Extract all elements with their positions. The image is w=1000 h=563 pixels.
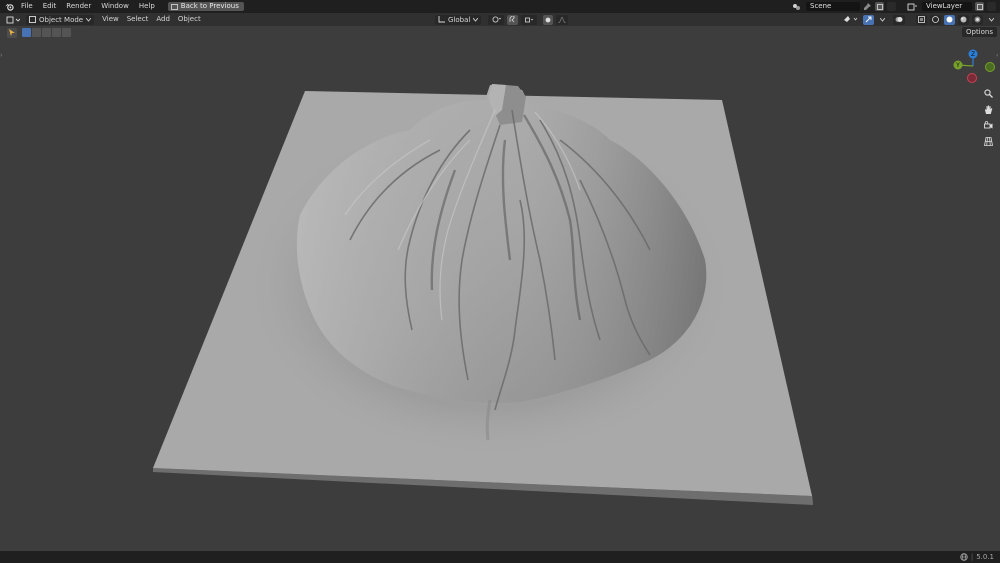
new-viewlayer-icon[interactable] bbox=[975, 2, 984, 11]
visibility-icon[interactable] bbox=[842, 15, 860, 25]
menu-window[interactable]: Window bbox=[96, 0, 134, 13]
delete-scene-icon[interactable] bbox=[887, 2, 896, 11]
shading-wireframe-icon[interactable] bbox=[930, 14, 941, 25]
cube-icon bbox=[29, 16, 36, 23]
tool-header bbox=[0, 26, 1000, 39]
gizmo-z-label: Z bbox=[971, 51, 975, 58]
shading-solid-icon[interactable] bbox=[944, 14, 955, 25]
new-scene-icon[interactable] bbox=[875, 2, 884, 11]
proportional-editing-icon[interactable] bbox=[543, 14, 554, 25]
gizmo-dropdown-icon[interactable] bbox=[877, 15, 887, 25]
transform-orientation-label: Global bbox=[448, 15, 471, 24]
back-to-previous-label: Back to Previous bbox=[180, 2, 239, 10]
globe-icon[interactable] bbox=[960, 553, 968, 561]
grid-icon[interactable] bbox=[982, 135, 994, 147]
navigation-buttons bbox=[982, 87, 994, 147]
status-right: | 5.0.1 bbox=[960, 551, 994, 563]
chevron-down-icon bbox=[86, 17, 92, 22]
select-extend-icon[interactable] bbox=[32, 28, 41, 37]
version-label: 5.0.1 bbox=[976, 553, 994, 561]
select-new-icon[interactable] bbox=[22, 28, 31, 37]
snap-toggle-icon[interactable] bbox=[507, 14, 519, 25]
menu-object[interactable]: Object bbox=[174, 13, 205, 26]
menu-view[interactable]: View bbox=[98, 13, 123, 26]
pin-icon[interactable] bbox=[863, 2, 872, 11]
top-menu-bar: File Edit Render Window Help Back to Pre… bbox=[0, 0, 1000, 13]
xray-toggle-icon[interactable] bbox=[916, 14, 927, 25]
gizmo-x-axis[interactable] bbox=[967, 73, 977, 83]
blender-app: File Edit Render Window Help Back to Pre… bbox=[0, 0, 1000, 563]
overlay-toggle-icon[interactable] bbox=[893, 14, 905, 25]
transform-controls: Global bbox=[435, 13, 569, 26]
navigation-gizmo[interactable]: Z Y bbox=[948, 45, 998, 90]
select-invert-icon[interactable] bbox=[52, 28, 61, 37]
editor-type-icon[interactable] bbox=[4, 14, 22, 25]
delete-viewlayer-icon[interactable] bbox=[987, 2, 996, 11]
object-mode-label: Object Mode bbox=[39, 15, 84, 24]
snap-target-icon[interactable] bbox=[521, 14, 538, 25]
options-dropdown[interactable]: Options bbox=[961, 27, 997, 37]
falloff-icon[interactable] bbox=[556, 14, 569, 25]
shading-rendered-icon[interactable] bbox=[972, 14, 983, 25]
viewport-display-controls bbox=[842, 13, 996, 26]
status-bar: | 5.0.1 bbox=[0, 551, 1000, 563]
viewlayer-icon[interactable] bbox=[905, 2, 919, 11]
back-to-previous-button[interactable]: Back to Previous bbox=[167, 2, 244, 11]
gizmo-toggle-icon[interactable] bbox=[863, 14, 874, 25]
zoom-icon[interactable] bbox=[982, 87, 994, 99]
menu-render[interactable]: Render bbox=[61, 0, 96, 13]
object-mode-select[interactable]: Object Mode bbox=[26, 14, 95, 25]
selection-mode-group bbox=[22, 28, 71, 37]
shading-material-icon[interactable] bbox=[958, 14, 969, 25]
pivot-point-icon[interactable] bbox=[488, 14, 505, 25]
view-layer-field[interactable]: ViewLayer bbox=[922, 2, 972, 11]
hand-icon[interactable] bbox=[982, 103, 994, 115]
topbar-right-group: Scene ViewLayer bbox=[791, 0, 1000, 13]
select-subtract-icon[interactable] bbox=[42, 28, 51, 37]
orientation-icon bbox=[438, 16, 445, 23]
gizmo-y-label: Y bbox=[955, 62, 960, 69]
menu-file[interactable]: File bbox=[16, 0, 38, 13]
scene-browse-icon[interactable] bbox=[791, 2, 803, 11]
menu-select[interactable]: Select bbox=[123, 13, 153, 26]
camera-icon[interactable] bbox=[982, 119, 994, 131]
screen-icon bbox=[170, 3, 178, 10]
scene-name-field[interactable]: Scene bbox=[806, 2, 860, 11]
terrain-scene bbox=[153, 84, 813, 505]
menu-edit[interactable]: Edit bbox=[38, 0, 62, 13]
menu-add[interactable]: Add bbox=[152, 13, 174, 26]
3d-viewport[interactable] bbox=[0, 26, 1000, 551]
select-tool-icon[interactable] bbox=[7, 27, 17, 38]
viewport-header: Object Mode View Select Add Object Globa… bbox=[0, 13, 1000, 26]
select-intersect-icon[interactable] bbox=[62, 28, 71, 37]
chevron-down-icon bbox=[473, 17, 479, 22]
gizmo-neg-y-axis[interactable] bbox=[985, 62, 995, 72]
status-separator: | bbox=[970, 553, 974, 561]
toolbar-expand-icon[interactable]: › bbox=[0, 52, 4, 60]
menu-help[interactable]: Help bbox=[134, 0, 160, 13]
shading-dropdown-icon[interactable] bbox=[986, 15, 996, 25]
blender-logo-icon[interactable] bbox=[2, 0, 16, 13]
transform-orientation-select[interactable]: Global bbox=[435, 14, 482, 25]
